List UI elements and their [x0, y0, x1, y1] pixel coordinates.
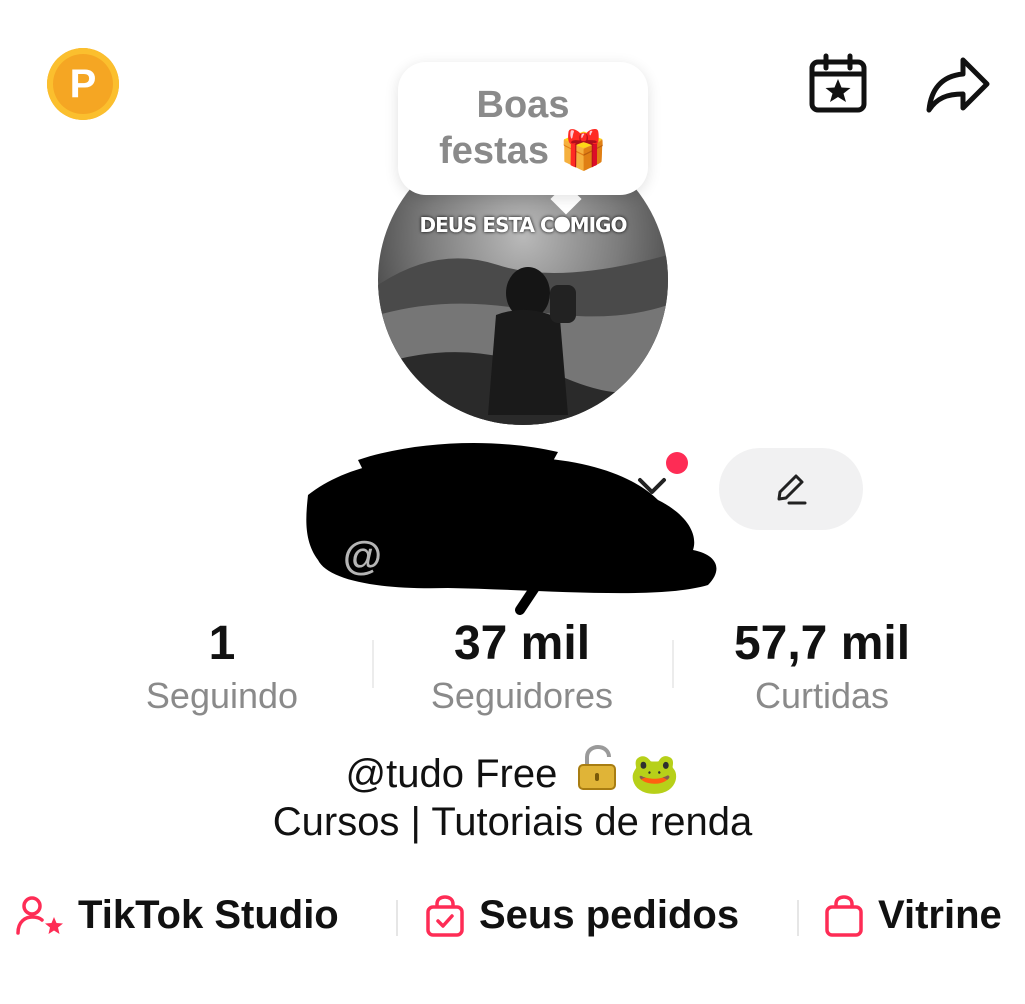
calendar-star-icon — [809, 53, 867, 113]
stat-likes-label: Curtidas — [754, 675, 890, 716]
notification-dot — [666, 452, 688, 474]
frog-emoji: 🐸 — [629, 752, 680, 796]
stat-followers-value: 37 mil — [453, 617, 591, 670]
bubble-line-1: Boas — [476, 84, 570, 126]
stat-following-value: 1 — [208, 617, 236, 670]
bubble-line-2: festas 🎁 — [439, 130, 607, 172]
calendar-star-button[interactable] — [800, 46, 876, 122]
shopping-bag-icon — [825, 894, 863, 937]
unlocked-padlock-icon — [577, 745, 616, 790]
avatar-status-dot — [556, 218, 570, 232]
stat-followers[interactable]: 37 mil Seguidores — [392, 616, 652, 720]
holiday-greeting-bubble[interactable]: Boas festas 🎁 — [398, 62, 648, 195]
share-arrow-icon — [926, 57, 990, 113]
share-button[interactable] — [920, 46, 996, 122]
stat-divider — [672, 640, 674, 688]
edit-profile-button[interactable] — [719, 448, 863, 530]
pencil-icon — [777, 474, 807, 505]
bio-line-2: Cursos | Tutoriais de renda — [272, 800, 753, 844]
stat-likes[interactable]: 57,7 mil Curtidas — [692, 616, 952, 720]
coin-label: P — [69, 61, 97, 106]
chevron-down-icon[interactable] — [636, 476, 668, 498]
stat-likes-value: 57,7 mil — [733, 617, 911, 670]
shortcut-divider — [797, 900, 799, 936]
shortcut-divider — [396, 900, 398, 936]
tiktok-studio-label: TikTok Studio — [78, 893, 339, 937]
tiktok-studio-shortcut[interactable]: TikTok Studio — [16, 893, 339, 938]
stat-divider — [372, 640, 374, 688]
stat-following[interactable]: 1 Seguindo — [92, 616, 352, 720]
redacted-username — [306, 442, 717, 615]
bio-line-1: @tudo Free 🐸 — [0, 745, 1025, 797]
vitrine-label: Vitrine — [878, 893, 1002, 937]
avatar-caption: DEUS ESTA COMIGO — [419, 213, 628, 237]
coin-badge[interactable]: P — [47, 48, 119, 120]
stat-followers-label: Seguidores — [430, 675, 614, 716]
bio-text-1: @tudo Free — [345, 752, 558, 796]
orders-shortcut[interactable]: Seus pedidos — [423, 893, 739, 938]
shopping-bag-check-icon — [426, 894, 464, 937]
stat-following-label: Seguindo — [145, 675, 299, 716]
vitrine-shortcut[interactable]: Vitrine — [822, 893, 1002, 938]
user-star-icon — [16, 895, 63, 935]
username-handle-prefix: @ — [343, 534, 383, 578]
orders-label: Seus pedidos — [479, 893, 740, 937]
